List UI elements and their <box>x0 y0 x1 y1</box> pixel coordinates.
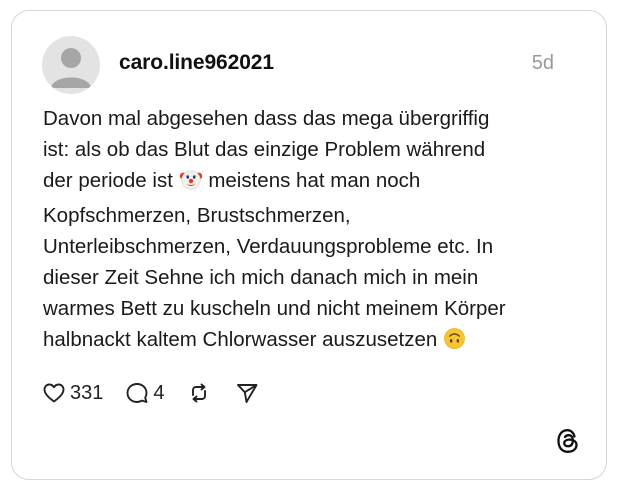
post-text-segment: der periode ist <box>43 169 173 192</box>
post-text-line: halbnackt kaltem Chlorwasser auszusetzen <box>43 324 588 359</box>
comment-button[interactable]: 4 <box>125 381 165 405</box>
post-timestamp: 5d <box>531 52 554 74</box>
clown-face-emoji <box>179 167 203 200</box>
like-count: 331 <box>70 381 104 404</box>
post-text-segment: meistens hat man noch <box>208 169 421 192</box>
post-text-line: Davon mal abgesehen dass das mega übergr… <box>43 107 490 130</box>
threads-logo-icon[interactable] <box>555 427 581 455</box>
comment-count: 4 <box>153 381 165 404</box>
like-button[interactable]: 331 <box>42 381 103 405</box>
avatar[interactable] <box>42 36 100 94</box>
avatar-placeholder-icon <box>51 48 91 88</box>
post-text-line: ist: als ob das Blut das einzige Problem… <box>43 138 486 161</box>
post-text-line: dieser Zeit Sehne ich mich danach mich i… <box>43 266 479 289</box>
post-actions: 331 4 <box>42 378 259 408</box>
repost-icon <box>191 383 206 403</box>
post-text-segment: halbnackt kaltem Chlorwasser auszusetzen <box>43 328 438 351</box>
repost-button[interactable] <box>187 381 211 405</box>
share-icon <box>236 384 257 403</box>
comment-icon <box>126 383 148 403</box>
post-text-line: Unterleibschmerzen, Verdauungsprobleme e… <box>43 235 494 258</box>
post-text-line: Kopfschmerzen, Brustschmerzen, <box>43 204 351 227</box>
post-text-line: der periode ist meistens hat man noch <box>43 165 588 200</box>
heart-icon <box>43 383 65 403</box>
post-card[interactable]: caro.line962021 5d Davon mal abgesehen d… <box>11 10 607 480</box>
post-text-line: warmes Bett zu kuscheln und nicht meinem… <box>43 297 506 320</box>
username[interactable]: caro.line962021 <box>119 51 274 75</box>
upside-down-face-emoji <box>443 327 466 359</box>
share-button[interactable] <box>235 381 259 405</box>
post-text: Davon mal abgesehen dass das mega übergr… <box>43 103 588 359</box>
